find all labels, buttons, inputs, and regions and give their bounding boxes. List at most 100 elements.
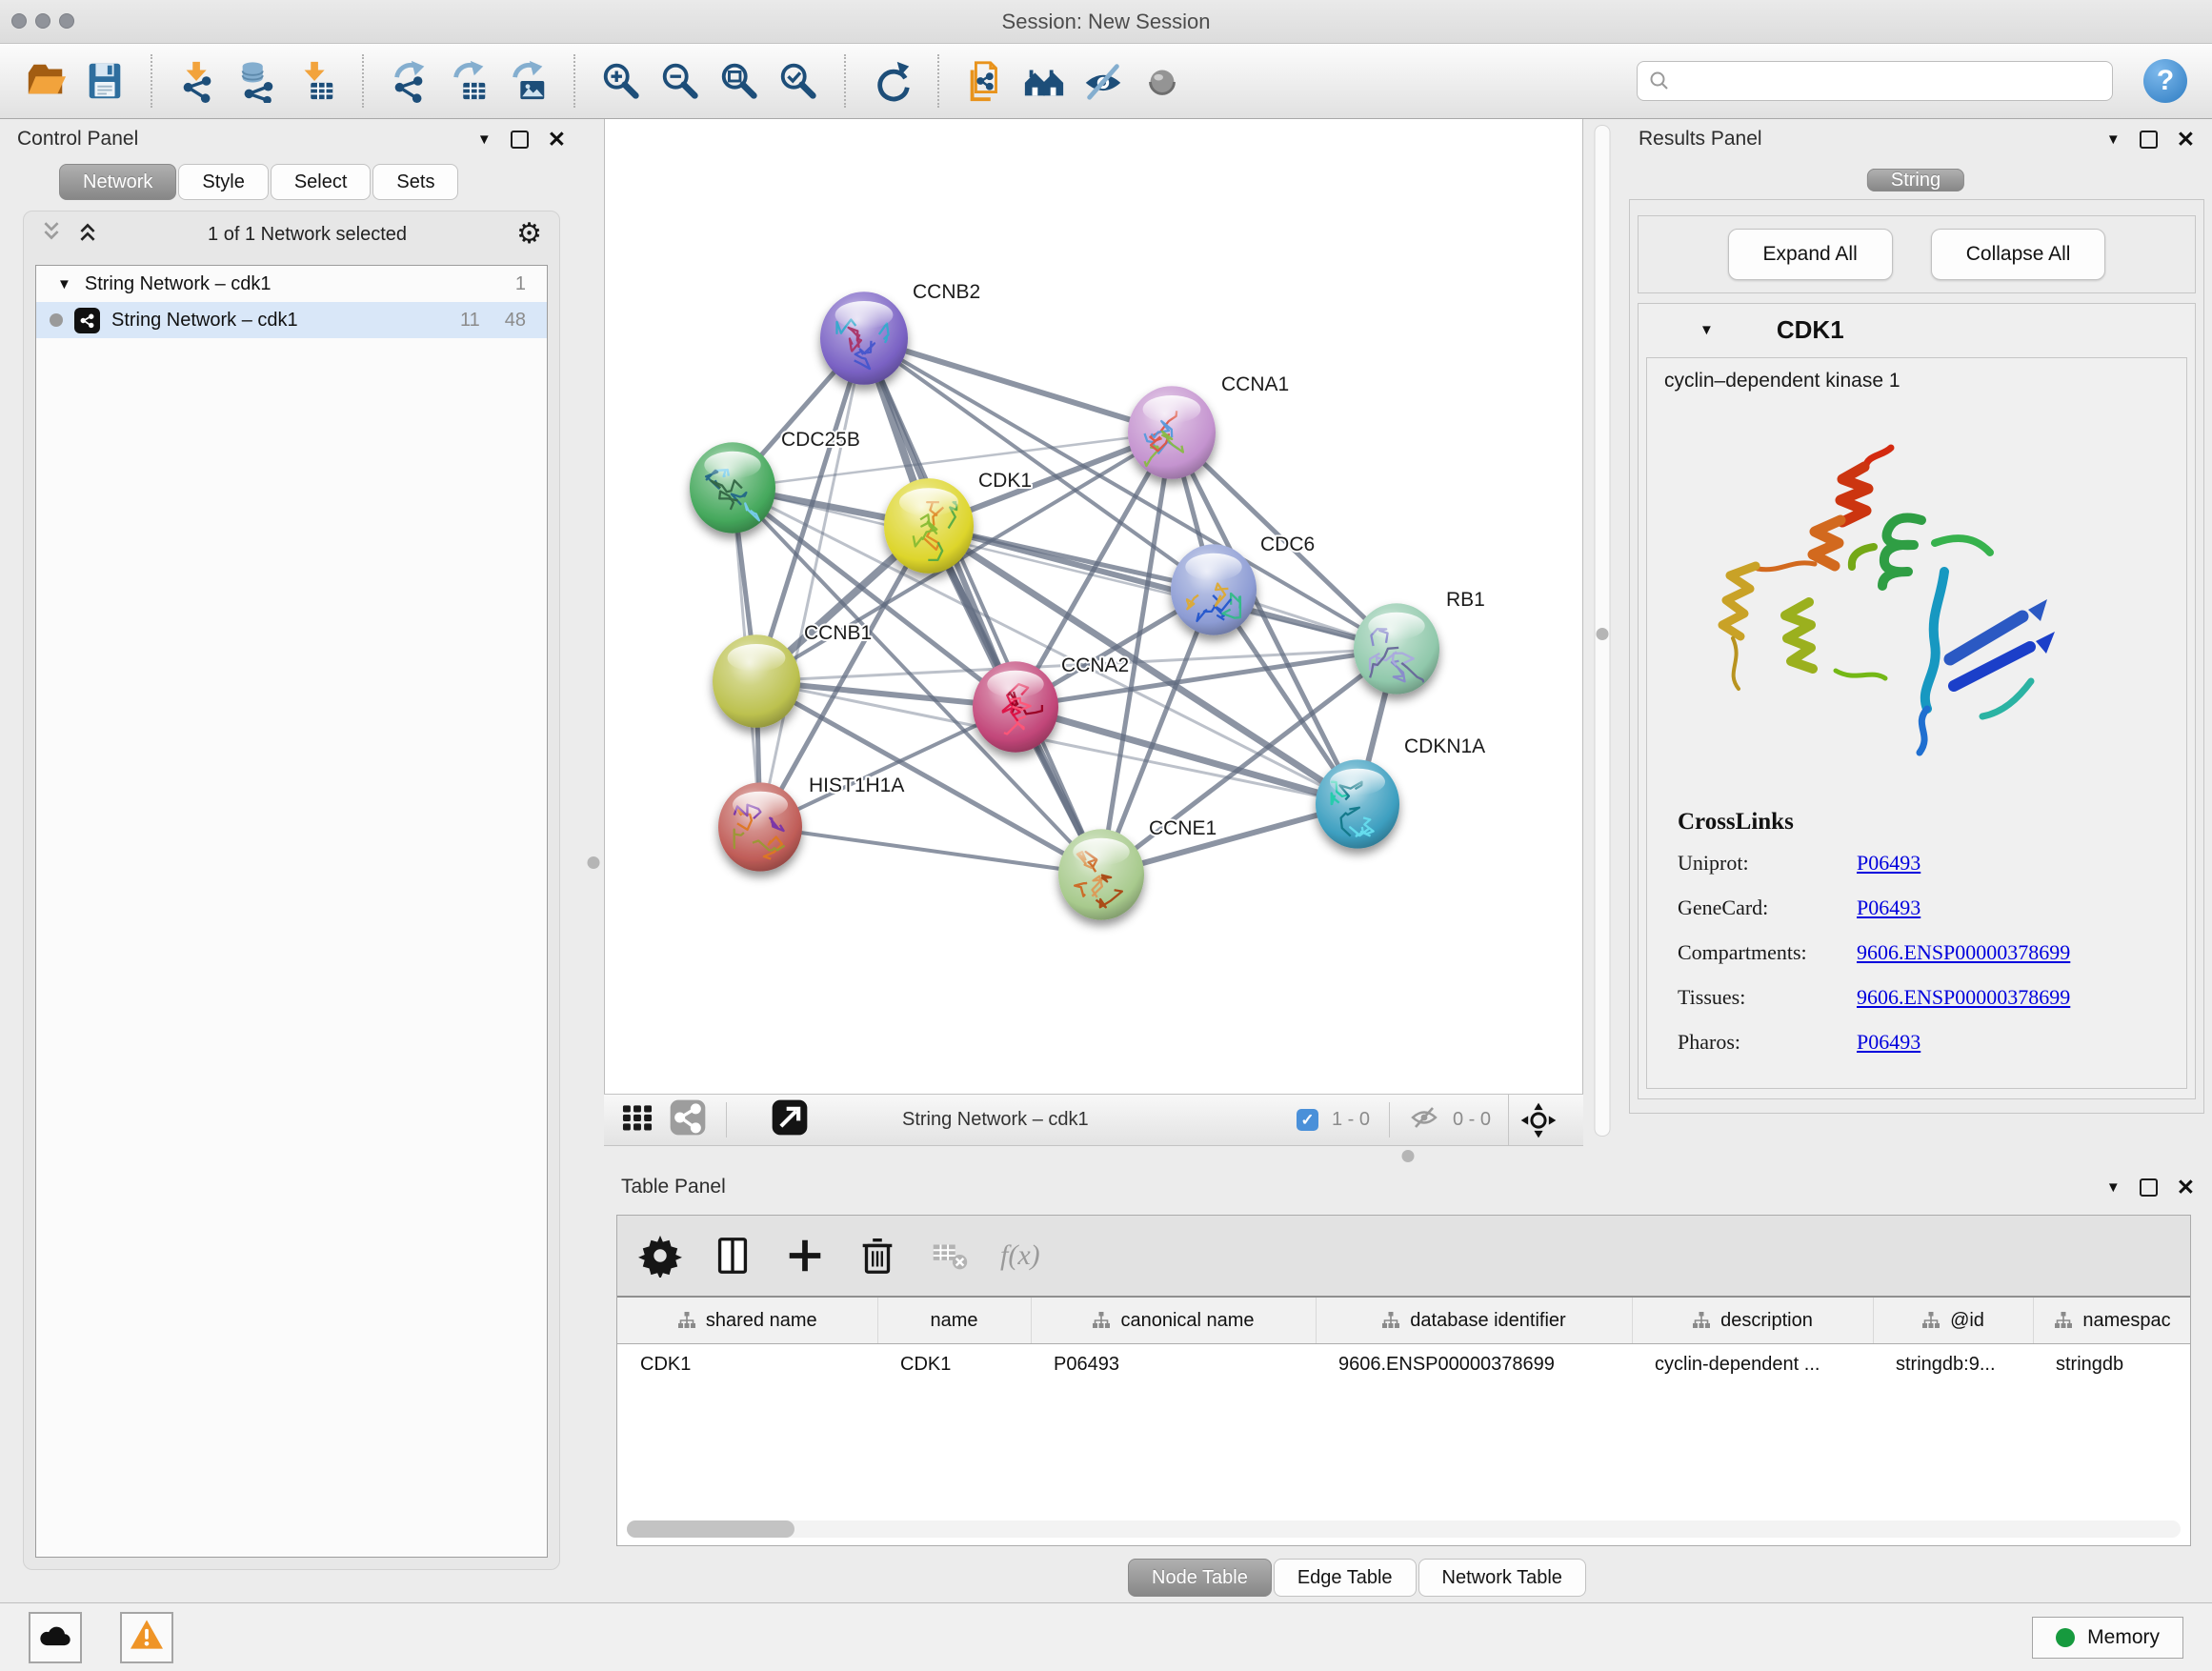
export-image-icon <box>506 59 550 103</box>
status-bar: Memory <box>0 1602 2212 1671</box>
app-window: Session: New Session ? Control Panel ▼ ✕… <box>0 0 2212 1671</box>
splitter-handle[interactable] <box>1402 1150 1415 1162</box>
column-header-database-identifier[interactable]: database identifier <box>1316 1298 1632 1344</box>
table-panel-float-icon[interactable] <box>2140 1178 2158 1197</box>
import-network-button[interactable] <box>173 55 223 107</box>
save-session-button[interactable] <box>80 55 130 107</box>
expand-all-button[interactable]: Expand All <box>1728 229 1893 280</box>
crosslink-link[interactable]: P06493 <box>1857 896 2186 920</box>
crosslink-link[interactable]: 9606.ENSP00000378699 <box>1857 940 2186 965</box>
column-header-namespac[interactable]: namespac <box>2033 1298 2191 1344</box>
network-canvas[interactable]: CCNB2CCNA1CDC25BCDK1CDC6RB1CCNB1CCNA2CDK… <box>604 119 1583 1094</box>
tab-edge-table[interactable]: Edge Table <box>1274 1559 1417 1597</box>
expand-all-networks-icon[interactable] <box>77 221 98 248</box>
export-image-button[interactable] <box>503 55 553 107</box>
cloud-status-button[interactable] <box>29 1612 82 1663</box>
crosslink-link[interactable]: 9606.ENSP00000378699 <box>1857 985 2186 1010</box>
left-splitter[interactable] <box>583 119 604 1602</box>
tab-style[interactable]: Style <box>178 164 268 200</box>
add-column-button[interactable] <box>783 1234 827 1278</box>
control-panel-float-icon[interactable] <box>511 131 529 149</box>
control-panel-collapse-icon[interactable]: ▼ <box>477 132 492 147</box>
search-box[interactable] <box>1637 61 2113 101</box>
memory-button[interactable]: Memory <box>2032 1617 2183 1659</box>
column-header-name[interactable]: name <box>877 1298 1031 1344</box>
column-header-shared-name[interactable]: shared name <box>617 1298 877 1344</box>
results-panel-float-icon[interactable] <box>2140 131 2158 149</box>
network-node-RB1[interactable]: RB1 <box>1354 589 1485 695</box>
grid-view-icon[interactable] <box>619 1099 655 1141</box>
network-row-selected[interactable]: String Network – cdk1 11 48 <box>36 302 547 338</box>
close-window-button[interactable] <box>11 13 27 29</box>
crosslink-link[interactable]: P06493 <box>1857 1030 2186 1055</box>
import-table-button[interactable] <box>292 55 341 107</box>
tab-network-table[interactable]: Network Table <box>1418 1559 1586 1597</box>
hide-panel-button[interactable] <box>1078 55 1128 107</box>
network-options-gear-icon[interactable]: ⚙ <box>516 220 542 249</box>
crosslink-label: Uniprot: <box>1678 851 1857 876</box>
delete-column-button[interactable] <box>855 1234 899 1278</box>
string-view-icon[interactable] <box>669 1098 707 1142</box>
results-panel-close-icon[interactable]: ✕ <box>2177 129 2195 151</box>
node-table[interactable]: shared namenamecanonical namedatabase id… <box>617 1298 2191 1384</box>
table-panel-close-icon[interactable]: ✕ <box>2177 1177 2195 1198</box>
minimize-window-button[interactable] <box>35 13 50 29</box>
import-database-button[interactable] <box>232 55 282 107</box>
crosslink-link[interactable]: P06493 <box>1857 851 2186 876</box>
string-results-box: Expand All Collapse All ▼ CDK1 cyclin–de… <box>1629 199 2204 1114</box>
column-settings-button[interactable] <box>638 1234 682 1278</box>
tab-string[interactable]: String <box>1867 169 1964 191</box>
collection-expand-icon[interactable]: ▼ <box>57 277 71 292</box>
column-header-@id[interactable]: @id <box>1873 1298 2033 1344</box>
network-edge <box>760 338 864 827</box>
crosslinks-section: CrossLinks Uniprot:P06493GeneCard:P06493… <box>1678 809 2186 1055</box>
network-collection-row[interactable]: ▼ String Network – cdk1 1 <box>36 266 547 302</box>
warning-status-button[interactable] <box>120 1612 173 1663</box>
collapse-all-button[interactable]: Collapse All <box>1931 229 2106 280</box>
gene-collapse-icon[interactable]: ▼ <box>1699 323 1714 337</box>
table-horizontal-scrollbar[interactable] <box>627 1520 2181 1538</box>
network-node-CCNA2[interactable]: CCNA2 <box>973 654 1129 753</box>
memory-label: Memory <box>2087 1626 2160 1649</box>
scrollbar-thumb[interactable] <box>627 1520 794 1538</box>
zoom-fit-button[interactable] <box>714 55 764 107</box>
zoom-out-button[interactable] <box>655 55 705 107</box>
column-header-description[interactable]: description <box>1632 1298 1873 1344</box>
table-row[interactable]: CDK1CDK1P064939606.ENSP00000378699cyclin… <box>617 1344 2191 1385</box>
tab-select[interactable]: Select <box>271 164 372 200</box>
tab-sets[interactable]: Sets <box>372 164 458 200</box>
zoom-selected-button[interactable] <box>774 55 823 107</box>
network-node-CDK1[interactable]: CDK1 <box>884 470 1032 574</box>
search-input[interactable] <box>1678 70 2101 93</box>
birds-eye-view-icon[interactable] <box>1508 1095 1568 1145</box>
zoom-window-button[interactable] <box>59 13 74 29</box>
help-button[interactable]: ? <box>2143 59 2187 103</box>
control-panel-title: Control Panel <box>17 128 138 151</box>
tab-network[interactable]: Network <box>59 164 176 200</box>
collapse-all-networks-icon[interactable] <box>41 221 62 248</box>
network-node-HIST1H1A[interactable]: HIST1H1A <box>718 775 904 872</box>
open-in-window-icon[interactable] <box>771 1098 809 1142</box>
tab-node-table[interactable]: Node Table <box>1128 1559 1272 1597</box>
control-panel-close-icon[interactable]: ✕ <box>548 129 566 151</box>
export-table-button[interactable] <box>444 55 493 107</box>
horizontal-splitter[interactable] <box>604 1146 2212 1167</box>
open-session-button[interactable] <box>21 55 70 107</box>
column-header-canonical-name[interactable]: canonical name <box>1031 1298 1316 1344</box>
splitter-handle[interactable] <box>588 856 600 869</box>
network-node-CCNA1[interactable]: CCNA1 <box>1128 373 1289 479</box>
import-string-doc-button[interactable] <box>960 55 1010 107</box>
toolbar-separator <box>151 54 152 108</box>
table-panel-collapse-icon[interactable]: ▼ <box>2106 1180 2121 1195</box>
show-panel-button[interactable] <box>1137 55 1187 107</box>
network-node-CDKN1A[interactable]: CDKN1A <box>1316 735 1485 849</box>
right-splitter[interactable] <box>1583 119 1621 1146</box>
home-button[interactable] <box>1019 55 1069 107</box>
results-panel-collapse-icon[interactable]: ▼ <box>2106 132 2121 147</box>
selected-checkbox-icon[interactable]: ✓ <box>1297 1109 1318 1131</box>
splitter-handle[interactable] <box>1597 628 1609 640</box>
refresh-button[interactable] <box>867 55 916 107</box>
show-columns-button[interactable] <box>711 1234 754 1278</box>
zoom-in-button[interactable] <box>596 55 646 107</box>
export-network-button[interactable] <box>385 55 434 107</box>
